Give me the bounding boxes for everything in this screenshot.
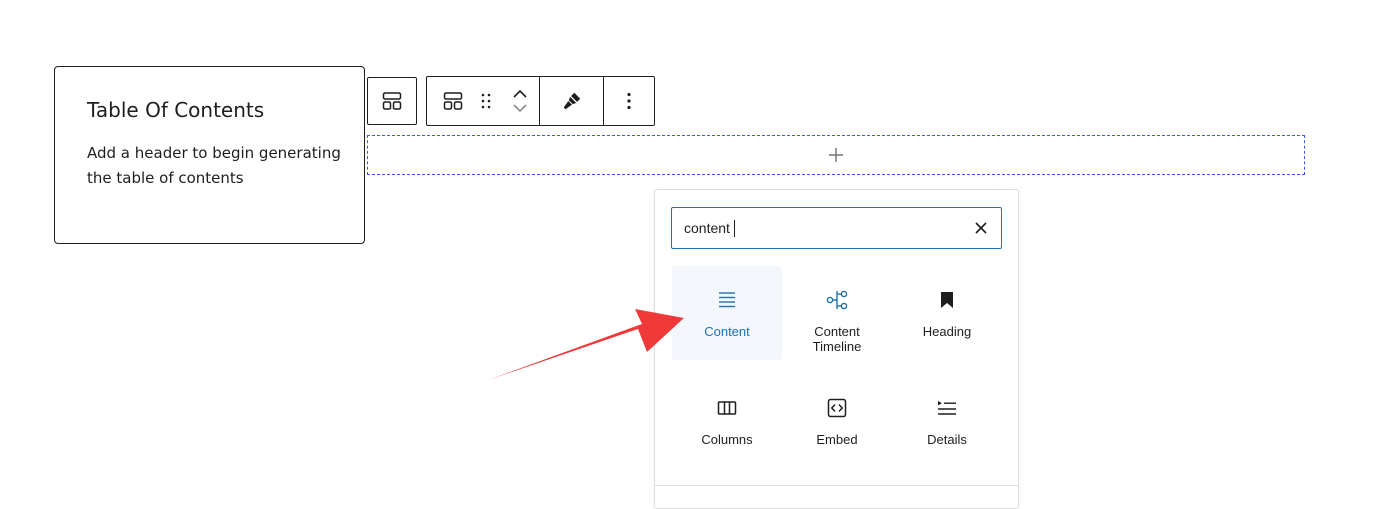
styles-button[interactable] xyxy=(540,77,604,125)
toc-title: Table Of Contents xyxy=(87,98,265,122)
text-caret xyxy=(734,220,735,237)
timeline-icon xyxy=(826,290,848,310)
more-options-icon xyxy=(627,92,631,110)
drag-handle[interactable] xyxy=(481,93,491,109)
block-type-icon xyxy=(443,92,463,110)
block-option-label: Content xyxy=(704,324,750,339)
block-variations-icon xyxy=(382,92,402,110)
more-options-button[interactable] xyxy=(604,77,654,125)
block-option-heading[interactable]: Heading xyxy=(892,266,1002,360)
block-inserter-popover: Content Content Timeline Heading xyxy=(654,189,1019,509)
block-type-button[interactable] xyxy=(441,89,465,113)
block-option-label: Details xyxy=(927,432,967,447)
columns-icon xyxy=(717,401,737,415)
block-option-label: Heading xyxy=(922,324,972,339)
align-justify-icon xyxy=(719,292,735,308)
block-search-field[interactable] xyxy=(671,207,1002,249)
block-mover-group xyxy=(427,77,540,125)
block-option-embed[interactable]: Embed xyxy=(782,374,892,468)
bookmark-icon xyxy=(941,292,953,308)
plus-icon xyxy=(829,148,843,162)
embed-icon xyxy=(827,398,847,418)
block-option-columns[interactable]: Columns xyxy=(672,374,782,468)
toc-description: Add a header to begin generating the tab… xyxy=(87,144,341,187)
block-option-label: Content Timeline xyxy=(812,324,862,354)
block-option-label: Columns xyxy=(701,432,753,447)
details-icon xyxy=(938,401,956,415)
move-down-icon[interactable] xyxy=(513,104,527,113)
table-of-contents-block[interactable]: Table Of Contents Add a header to begin … xyxy=(54,66,365,244)
inserter-divider xyxy=(655,485,1018,486)
drag-handle-icon xyxy=(481,93,491,109)
block-search-input[interactable] xyxy=(684,208,964,247)
close-icon xyxy=(975,222,987,234)
block-toolbar xyxy=(426,76,655,126)
move-up-icon[interactable] xyxy=(513,89,527,98)
clear-search-button[interactable] xyxy=(971,218,991,238)
block-option-label: Embed xyxy=(816,432,858,447)
block-option-content-timeline[interactable]: Content Timeline xyxy=(782,266,892,360)
block-option-content[interactable]: Content xyxy=(672,266,782,360)
block-appender[interactable] xyxy=(367,135,1305,175)
styles-brush-icon xyxy=(563,92,580,110)
select-parent-block-button[interactable] xyxy=(367,77,417,125)
move-buttons xyxy=(513,89,527,113)
block-option-details[interactable]: Details xyxy=(892,374,1002,468)
